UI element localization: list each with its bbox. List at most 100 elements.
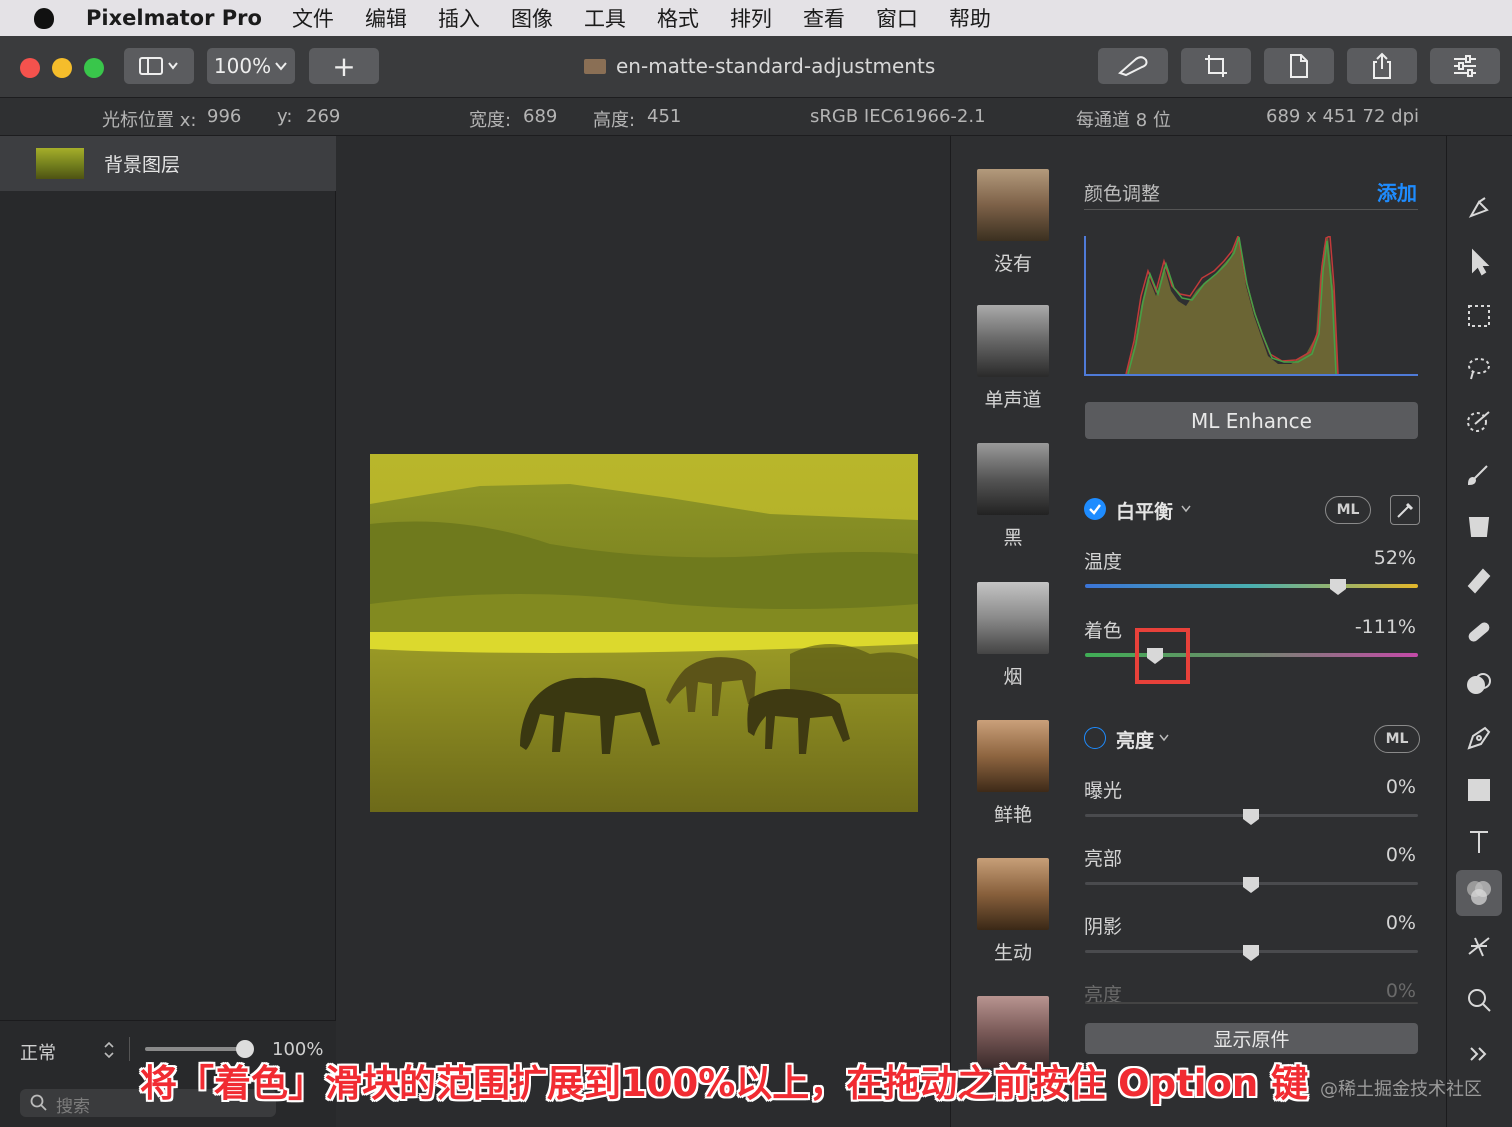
- bit-depth: 每通道 8 位: [1076, 110, 1171, 131]
- crop-icon: [1205, 55, 1227, 77]
- preset-label: 鲜艳: [993, 804, 1032, 826]
- menu-insert[interactable]: 插入: [438, 3, 480, 33]
- text-icon[interactable]: [1465, 828, 1493, 856]
- adjust-panel-button[interactable]: [1430, 48, 1500, 84]
- cursor-x-value: 996: [207, 106, 242, 127]
- watermark: @稀土掘金技术社区: [1320, 1079, 1482, 1100]
- close-button[interactable]: [20, 58, 40, 78]
- paint-bucket-icon[interactable]: [1465, 196, 1493, 224]
- effects-icon[interactable]: [1465, 932, 1493, 960]
- zoom-icon[interactable]: [1465, 986, 1493, 1014]
- temperature-label: 温度: [1084, 551, 1123, 573]
- eraser-icon[interactable]: [1465, 566, 1493, 594]
- selection-icon[interactable]: [1465, 302, 1493, 330]
- cursor-y-label: y:: [277, 106, 293, 127]
- show-original-button[interactable]: 显示原件: [1085, 1023, 1418, 1054]
- layers-panel: 背景图层: [0, 136, 336, 1127]
- menu-view[interactable]: 查看: [803, 3, 845, 33]
- exposure-value: 0%: [1385, 776, 1416, 798]
- preset-black[interactable]: 黑: [977, 443, 1050, 550]
- pen-icon[interactable]: [1465, 724, 1493, 752]
- white-balance-ml-button[interactable]: ML: [1325, 496, 1371, 524]
- preset-mono[interactable]: 单声道: [977, 305, 1050, 412]
- color-adjust-tool[interactable]: [1456, 870, 1502, 916]
- adjustments-panel: 颜色调整 添加 ML Enhance 白平衡 ML 温度 52% 着色 -111…: [1076, 136, 1446, 1127]
- lightness-title[interactable]: 亮度: [1116, 726, 1154, 753]
- menu-edit[interactable]: 编辑: [365, 3, 407, 33]
- brightness-slider[interactable]: [1085, 1002, 1418, 1004]
- bandage-icon[interactable]: [1465, 618, 1493, 646]
- temperature-slider-knob[interactable]: [1329, 578, 1347, 596]
- crop-button[interactable]: [1181, 48, 1251, 84]
- preset-label: 黑: [1003, 527, 1023, 549]
- layer-thumbnail: [36, 148, 84, 179]
- menu-help[interactable]: 帮助: [949, 3, 991, 33]
- preset-none[interactable]: 没有: [977, 169, 1050, 276]
- document-image[interactable]: [370, 454, 918, 812]
- preset-thumbnail: [977, 858, 1049, 930]
- menu-format[interactable]: 格式: [657, 3, 699, 33]
- layer-item[interactable]: 背景图层: [0, 136, 336, 191]
- search-icon: [30, 1094, 47, 1111]
- window-toolbar: 100% + en-matte-standard-adjustments: [0, 36, 1512, 98]
- menu-arrange[interactable]: 排列: [730, 3, 772, 33]
- preset-lively[interactable]: 生动: [977, 858, 1050, 965]
- chevron-down-icon: [1159, 734, 1169, 742]
- preset-vivid[interactable]: 鲜艳: [977, 720, 1050, 827]
- updown-chevron-icon: [104, 1041, 114, 1059]
- zoom-window-button[interactable]: [84, 58, 104, 78]
- width-value: 689: [523, 106, 558, 127]
- arrow-icon[interactable]: [1465, 248, 1493, 276]
- search-placeholder: 搜索: [56, 1097, 90, 1117]
- width-label: 宽度:: [469, 110, 512, 131]
- brush-icon[interactable]: [1465, 460, 1493, 488]
- tint-value: -111%: [1354, 616, 1416, 638]
- opacity-slider[interactable]: [145, 1047, 245, 1051]
- ml-enhance-button[interactable]: ML Enhance: [1085, 402, 1418, 439]
- lasso-icon[interactable]: [1465, 354, 1493, 382]
- highlights-label: 亮部: [1084, 848, 1123, 870]
- shape-icon[interactable]: [1465, 776, 1493, 804]
- tools-strip: [1446, 136, 1512, 1127]
- white-balance-checkbox[interactable]: [1084, 498, 1106, 520]
- sidebar-toggle-button[interactable]: [124, 48, 194, 84]
- repair-tool-button[interactable]: [1098, 48, 1168, 84]
- highlights-slider-knob[interactable]: [1242, 876, 1260, 894]
- preset-label: 生动: [993, 942, 1032, 964]
- temperature-slider[interactable]: [1085, 584, 1418, 588]
- share-button[interactable]: [1347, 48, 1417, 84]
- white-balance-title[interactable]: 白平衡: [1116, 497, 1173, 524]
- preset-smoke[interactable]: 烟: [977, 582, 1050, 689]
- cursor-x-label: 光标位置 x:: [102, 110, 197, 131]
- clone-icon[interactable]: [1465, 670, 1493, 698]
- color-profile: sRGB IEC61966-2.1: [810, 106, 986, 127]
- preset-label: 烟: [1003, 666, 1023, 688]
- eyedropper-button[interactable]: [1390, 495, 1420, 525]
- lightness-ml-button[interactable]: ML: [1374, 725, 1420, 753]
- fill-icon[interactable]: [1465, 512, 1493, 540]
- minimize-button[interactable]: [52, 58, 72, 78]
- preset-thumbnail: [977, 582, 1049, 654]
- menu-file[interactable]: 文件: [292, 3, 334, 33]
- menu-window[interactable]: 窗口: [876, 3, 918, 33]
- chevron-down-icon: [275, 62, 287, 71]
- zoom-dropdown[interactable]: 100%: [207, 48, 295, 84]
- exposure-slider-knob[interactable]: [1242, 808, 1260, 826]
- menu-image[interactable]: 图像: [511, 3, 553, 33]
- app-menu[interactable]: Pixelmator Pro: [86, 6, 262, 30]
- add-adjustment-link[interactable]: 添加: [1377, 177, 1417, 206]
- blend-mode-select[interactable]: 正常: [20, 1039, 56, 1065]
- lightness-checkbox[interactable]: [1084, 727, 1106, 749]
- shadows-slider-knob[interactable]: [1242, 944, 1260, 962]
- menu-tools[interactable]: 工具: [584, 3, 626, 33]
- tutorial-caption: 将「着色」滑块的范围扩展到100%以上，在拖动之前按住 Option 键: [140, 1062, 1309, 1105]
- apple-icon[interactable]: [0, 0, 86, 36]
- preset-label: 没有: [993, 253, 1032, 275]
- more-icon[interactable]: [1465, 1040, 1493, 1068]
- format-button[interactable]: [1264, 48, 1334, 84]
- presets-column: 没有 单声道 黑 烟 鲜艳 生动: [950, 136, 1076, 1127]
- add-button[interactable]: +: [309, 48, 379, 84]
- magic-wand-icon[interactable]: [1465, 408, 1493, 436]
- document-name: en-matte-standard-adjustments: [616, 54, 936, 78]
- panel-header: 颜色调整: [1084, 183, 1161, 205]
